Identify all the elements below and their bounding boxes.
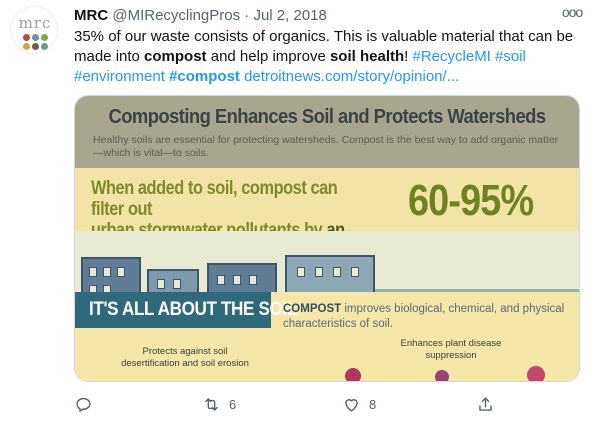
header-separator: · <box>244 7 250 24</box>
tweet-image[interactable]: Composting Enhances Soil and Protects Wa… <box>74 95 580 382</box>
window <box>351 267 359 277</box>
flower-illustration <box>527 366 545 381</box>
reply-icon <box>76 397 91 412</box>
avatar-dot <box>23 34 30 41</box>
infographic-title: Composting Enhances Soil and Protects Wa… <box>108 106 546 128</box>
article-link[interactable]: detroitnews.com/story/opinion/... <box>244 68 459 85</box>
window <box>89 267 97 277</box>
tweet-date[interactable]: Jul 2, 2018 <box>253 7 326 24</box>
window <box>217 275 225 285</box>
share-button[interactable] <box>476 392 503 416</box>
hashtag-soil[interactable]: #soil <box>495 48 526 65</box>
avatar-dot <box>41 34 48 41</box>
retweet-count: 6 <box>229 396 237 412</box>
tweet-text-part: ! <box>404 48 413 65</box>
infographic-compost-word: COMPOST <box>283 303 342 315</box>
retweet-icon <box>205 397 218 411</box>
avatar[interactable]: mrc <box>10 6 58 54</box>
hashtag-environment[interactable]: #environment <box>74 68 165 85</box>
tweet-text: 35% of our waste consists of organics. T… <box>74 27 579 87</box>
like-button[interactable]: 8 <box>342 392 376 416</box>
window <box>297 267 305 277</box>
window <box>249 275 257 285</box>
infographic-soil-banner: IT'S ALL ABOUT THE SOIL <box>75 292 297 328</box>
window <box>117 267 125 277</box>
infographic-lead-line1: When added to soil, compost can filter o… <box>91 178 338 220</box>
tweet[interactable]: mrc MRC @MIRecyclingPros · Jul 2, 2018 o… <box>0 0 593 422</box>
reply-button[interactable] <box>74 392 101 416</box>
window <box>233 275 241 285</box>
window <box>315 267 323 277</box>
tweet-actions: 6 8 <box>74 392 514 416</box>
window <box>173 279 181 289</box>
tweet-header: MRC @MIRecyclingPros · Jul 2, 2018 <box>74 6 327 26</box>
window <box>333 267 341 277</box>
hashtag-compost[interactable]: #compost <box>169 68 240 85</box>
author-name[interactable]: MRC <box>74 7 108 24</box>
avatar-dot <box>32 43 39 50</box>
window <box>157 279 165 289</box>
infographic-soil-banner-text: IT'S ALL ABOUT THE SOIL <box>89 299 297 320</box>
tweet-text-bold-soil-health: soil health <box>329 48 405 65</box>
infographic-subtitle: Healthy soils are essential for protecti… <box>93 134 559 159</box>
infographic-compost-text: COMPOST improves biological, chemical, a… <box>283 302 573 332</box>
author-handle[interactable]: @MIRecyclingPros <box>112 7 240 24</box>
infographic-percent: 60-95% <box>408 176 534 225</box>
avatar-dot <box>41 43 48 50</box>
infographic-enhances: Enhances plant disease suppression <box>400 338 502 361</box>
share-icon <box>479 396 492 411</box>
more-icon[interactable]: ooo <box>560 4 584 24</box>
infographic-protects: Protects against soil desertification an… <box>121 346 249 369</box>
hashtag-recycleMI[interactable]: #RecycleMI <box>413 48 491 65</box>
flower-illustration <box>435 370 449 381</box>
tweet-text-bold-compost: compost <box>144 48 207 65</box>
avatar-dot <box>23 43 30 50</box>
like-icon <box>345 398 358 412</box>
window <box>103 267 111 277</box>
avatar-logo-text: mrc <box>18 14 52 32</box>
like-count: 8 <box>369 396 377 412</box>
avatar-dot <box>32 34 39 41</box>
retweet-button[interactable]: 6 <box>202 392 236 416</box>
tweet-text-part: and help improve <box>206 48 330 65</box>
flower-illustration <box>345 368 361 381</box>
